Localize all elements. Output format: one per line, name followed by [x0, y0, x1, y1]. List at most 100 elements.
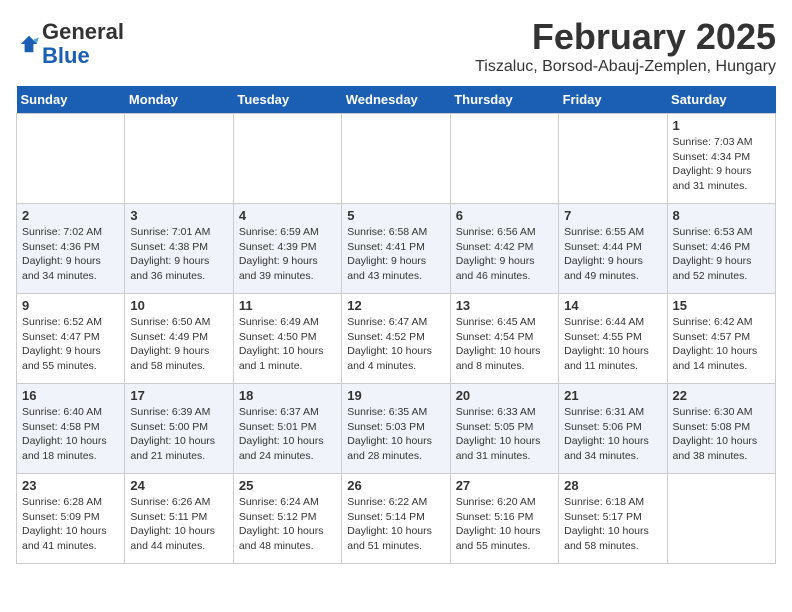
logo-blue-text: Blue — [42, 43, 90, 68]
day-number: 11 — [239, 298, 336, 313]
day-info: Sunrise: 6:30 AM Sunset: 5:08 PM Dayligh… — [673, 406, 758, 462]
day-number: 4 — [239, 208, 336, 223]
calendar-cell — [233, 114, 341, 204]
weekday-header-thursday: Thursday — [450, 86, 558, 114]
day-info: Sunrise: 6:56 AM Sunset: 4:42 PM Dayligh… — [456, 226, 536, 282]
calendar-cell — [17, 114, 125, 204]
day-number: 12 — [347, 298, 444, 313]
calendar-cell: 28 Sunrise: 6:18 AM Sunset: 5:17 PM Dayli… — [559, 474, 667, 564]
day-number: 15 — [673, 298, 770, 313]
day-number: 21 — [564, 388, 661, 403]
day-number: 20 — [456, 388, 553, 403]
calendar-cell: 21 Sunrise: 6:31 AM Sunset: 5:06 PM Dayli… — [559, 384, 667, 474]
day-info: Sunrise: 6:44 AM Sunset: 4:55 PM Dayligh… — [564, 316, 649, 372]
day-number: 28 — [564, 478, 661, 493]
calendar-cell: 26 Sunrise: 6:22 AM Sunset: 5:14 PM Dayli… — [342, 474, 450, 564]
day-number: 13 — [456, 298, 553, 313]
day-number: 8 — [673, 208, 770, 223]
day-info: Sunrise: 6:18 AM Sunset: 5:17 PM Dayligh… — [564, 496, 649, 552]
logo-icon — [18, 33, 40, 55]
calendar-cell: 22 Sunrise: 6:30 AM Sunset: 5:08 PM Dayli… — [667, 384, 775, 474]
month-title: February 2025 — [475, 16, 776, 58]
day-info: Sunrise: 6:28 AM Sunset: 5:09 PM Dayligh… — [22, 496, 107, 552]
title-block: February 2025 Tiszaluc, Borsod-Abauj-Zem… — [475, 16, 776, 76]
day-number: 17 — [130, 388, 227, 403]
calendar-table: SundayMondayTuesdayWednesdayThursdayFrid… — [16, 86, 776, 564]
calendar-cell: 10Sunrise: 6:50 AM Sunset: 4:49 PM Dayli… — [125, 294, 233, 384]
day-info: Sunrise: 7:01 AM Sunset: 4:38 PM Dayligh… — [130, 226, 210, 282]
weekday-header-tuesday: Tuesday — [233, 86, 341, 114]
calendar-cell: 24 Sunrise: 6:26 AM Sunset: 5:11 PM Dayli… — [125, 474, 233, 564]
weekday-header-sunday: Sunday — [17, 86, 125, 114]
day-number: 26 — [347, 478, 444, 493]
day-number: 24 — [130, 478, 227, 493]
day-info: Sunrise: 6:53 AM Sunset: 4:46 PM Dayligh… — [673, 226, 753, 282]
day-number: 19 — [347, 388, 444, 403]
day-info: Sunrise: 7:03 AM Sunset: 4:34 PM Dayligh… — [673, 136, 753, 192]
calendar-cell: 13 Sunrise: 6:45 AM Sunset: 4:54 PM Dayli… — [450, 294, 558, 384]
day-info: Sunrise: 6:26 AM Sunset: 5:11 PM Dayligh… — [130, 496, 215, 552]
calendar-cell: 3 Sunrise: 7:01 AM Sunset: 4:38 PM Daylig… — [125, 204, 233, 294]
day-number: 7 — [564, 208, 661, 223]
day-info: Sunrise: 6:49 AM Sunset: 4:50 PM Dayligh… — [239, 316, 324, 372]
calendar-cell — [450, 114, 558, 204]
calendar-cell — [667, 474, 775, 564]
calendar-cell: 25Sunrise: 6:24 AM Sunset: 5:12 PM Dayli… — [233, 474, 341, 564]
day-number: 16 — [22, 388, 119, 403]
day-number: 14 — [564, 298, 661, 313]
day-info: Sunrise: 6:45 AM Sunset: 4:54 PM Dayligh… — [456, 316, 541, 372]
calendar-cell — [125, 114, 233, 204]
day-info: Sunrise: 6:39 AM Sunset: 5:00 PM Dayligh… — [130, 406, 215, 462]
weekday-header-saturday: Saturday — [667, 86, 775, 114]
weekday-header-monday: Monday — [125, 86, 233, 114]
day-info: Sunrise: 6:55 AM Sunset: 4:44 PM Dayligh… — [564, 226, 644, 282]
logo: General Blue — [16, 20, 124, 68]
day-info: Sunrise: 6:22 AM Sunset: 5:14 PM Dayligh… — [347, 496, 432, 552]
day-info: Sunrise: 6:35 AM Sunset: 5:03 PM Dayligh… — [347, 406, 432, 462]
day-number: 1 — [673, 118, 770, 133]
calendar-cell — [342, 114, 450, 204]
calendar-cell: 7 Sunrise: 6:55 AM Sunset: 4:44 PM Daylig… — [559, 204, 667, 294]
day-info: Sunrise: 7:02 AM Sunset: 4:36 PM Dayligh… — [22, 226, 102, 282]
day-info: Sunrise: 6:33 AM Sunset: 5:05 PM Dayligh… — [456, 406, 541, 462]
day-info: Sunrise: 6:40 AM Sunset: 4:58 PM Dayligh… — [22, 406, 107, 462]
calendar-cell: 18 Sunrise: 6:37 AM Sunset: 5:01 PM Dayli… — [233, 384, 341, 474]
day-info: Sunrise: 6:59 AM Sunset: 4:39 PM Dayligh… — [239, 226, 319, 282]
calendar-cell: 19 Sunrise: 6:35 AM Sunset: 5:03 PM Dayli… — [342, 384, 450, 474]
day-number: 10 — [130, 298, 227, 313]
day-info: Sunrise: 6:47 AM Sunset: 4:52 PM Dayligh… — [347, 316, 432, 372]
day-number: 27 — [456, 478, 553, 493]
calendar-cell: 23 Sunrise: 6:28 AM Sunset: 5:09 PM Dayli… — [17, 474, 125, 564]
header: General Blue February 2025 Tiszaluc, Bor… — [16, 16, 776, 76]
weekday-header-friday: Friday — [559, 86, 667, 114]
day-info: Sunrise: 6:58 AM Sunset: 4:41 PM Dayligh… — [347, 226, 427, 282]
weekday-header-wednesday: Wednesday — [342, 86, 450, 114]
calendar-cell: 5Sunrise: 6:58 AM Sunset: 4:41 PM Daylig… — [342, 204, 450, 294]
calendar-cell: 11 Sunrise: 6:49 AM Sunset: 4:50 PM Dayli… — [233, 294, 341, 384]
day-number: 22 — [673, 388, 770, 403]
day-info: Sunrise: 6:42 AM Sunset: 4:57 PM Dayligh… — [673, 316, 758, 372]
day-number: 2 — [22, 208, 119, 223]
calendar-cell: 15 Sunrise: 6:42 AM Sunset: 4:57 PM Dayli… — [667, 294, 775, 384]
calendar-cell: 6Sunrise: 6:56 AM Sunset: 4:42 PM Daylig… — [450, 204, 558, 294]
calendar-cell: 14 Sunrise: 6:44 AM Sunset: 4:55 PM Dayli… — [559, 294, 667, 384]
day-number: 23 — [22, 478, 119, 493]
calendar-cell: 2 Sunrise: 7:02 AM Sunset: 4:36 PM Daylig… — [17, 204, 125, 294]
calendar-cell: 4 Sunrise: 6:59 AM Sunset: 4:39 PM Daylig… — [233, 204, 341, 294]
calendar-cell: 8 Sunrise: 6:53 AM Sunset: 4:46 PM Daylig… — [667, 204, 775, 294]
day-number: 3 — [130, 208, 227, 223]
calendar-cell: 1 Sunrise: 7:03 AM Sunset: 4:34 PM Daylig… — [667, 114, 775, 204]
day-number: 18 — [239, 388, 336, 403]
location-title: Tiszaluc, Borsod-Abauj-Zemplen, Hungary — [475, 58, 776, 76]
day-info: Sunrise: 6:52 AM Sunset: 4:47 PM Dayligh… — [22, 316, 102, 372]
day-info: Sunrise: 6:31 AM Sunset: 5:06 PM Dayligh… — [564, 406, 649, 462]
calendar-cell: 9 Sunrise: 6:52 AM Sunset: 4:47 PM Daylig… — [17, 294, 125, 384]
logo-general-text: General — [42, 19, 124, 44]
calendar-cell: 16 Sunrise: 6:40 AM Sunset: 4:58 PM Dayli… — [17, 384, 125, 474]
calendar-cell: 17 Sunrise: 6:39 AM Sunset: 5:00 PM Dayli… — [125, 384, 233, 474]
calendar-cell: 20 Sunrise: 6:33 AM Sunset: 5:05 PM Dayli… — [450, 384, 558, 474]
day-info: Sunrise: 6:37 AM Sunset: 5:01 PM Dayligh… — [239, 406, 324, 462]
day-number: 25 — [239, 478, 336, 493]
calendar-cell: 12 Sunrise: 6:47 AM Sunset: 4:52 PM Dayli… — [342, 294, 450, 384]
day-number: 9 — [22, 298, 119, 313]
